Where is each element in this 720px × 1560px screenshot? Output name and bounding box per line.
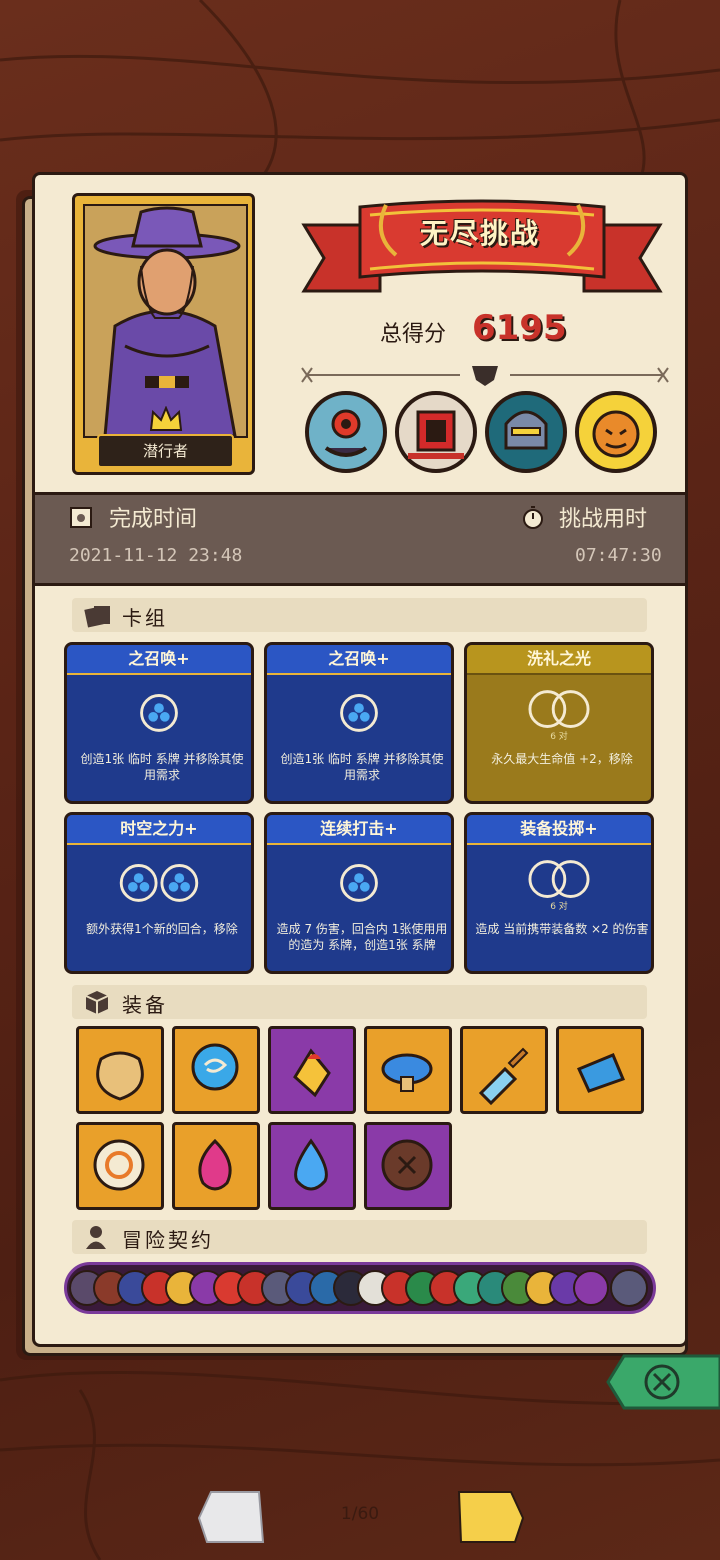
score-value: 6195 [472, 308, 567, 348]
calendar-icon [70, 507, 92, 528]
card-description: 创造1张 临时 系牌 并移除其使用需求 [80, 752, 244, 782]
contracts-section-header: 冒险契约 [72, 1220, 647, 1254]
card-title: 装备投掷+ [467, 815, 651, 845]
finish-time-label: 完成时间 [109, 507, 198, 532]
water-drop-icon[interactable] [268, 1122, 356, 1210]
card-title: 洗礼之光 [467, 645, 651, 675]
card-title: 之召唤+ [267, 645, 451, 675]
cyclops-boss-icon [304, 390, 388, 474]
person-icon [86, 1226, 106, 1249]
gold-ring-icon[interactable] [76, 1122, 164, 1210]
time-used-label: 挑战用时 [559, 507, 648, 532]
hero-portrait [83, 204, 248, 438]
finish-time-value: 2021-11-12 23:48 [69, 545, 243, 566]
card-description: 创造1张 临时 系牌 并移除其使用需求 [280, 752, 444, 782]
cards-icon [84, 606, 110, 628]
fire-gem-icon[interactable] [268, 1026, 356, 1114]
energy-orb-icon [340, 864, 378, 902]
card-description: 造成 7 伤害，回合内 1张使用用的造为 系牌，创造1张 系牌 [276, 922, 448, 952]
hero-portrait-card: 潜行者 [72, 193, 255, 475]
score-label: 总得分 [380, 322, 447, 347]
card-baptism-light[interactable]: 洗礼之光 6 对 永久最大生命值 +2，移除 [464, 642, 654, 804]
card-combo-strike[interactable]: 连续打击+ 造成 7 伤害，回合内 1张使用用的造为 系牌，创造1张 系牌 [264, 812, 454, 974]
pink-flame-icon[interactable] [172, 1122, 260, 1210]
time-used-value: 07:47:30 [575, 545, 662, 566]
wooden-shield-icon[interactable] [364, 1122, 452, 1210]
equipment-section-label: 装备 [122, 993, 168, 1017]
deck-section-label: 卡组 [122, 606, 168, 630]
money-bag-icon[interactable] [76, 1026, 164, 1114]
hero-name: 潜行者 [97, 434, 234, 468]
score-row: 总得分 6195 [380, 308, 600, 352]
card-description: 额外获得1个新的回合，移除 [86, 922, 238, 936]
orb-note: 6 对 [550, 902, 568, 912]
mode-title: 无尽挑战 [419, 217, 540, 250]
drum-demon-boss-icon [394, 390, 478, 474]
card-title: 之召唤+ [67, 645, 251, 675]
close-button[interactable] [606, 1352, 720, 1412]
page-indicator: 1/60 [340, 1504, 380, 1524]
orb-note: 6 对 [550, 732, 568, 742]
pumpkin-sun-boss-icon [574, 390, 658, 474]
blue-mushroom-icon[interactable] [364, 1026, 452, 1114]
card-time-power[interactable]: 时空之力+ 额外获得1个新的回合，移除 [64, 812, 254, 974]
box-icon [85, 991, 109, 1014]
energy-orb-icon [140, 694, 178, 732]
card-equipment-throw[interactable]: 装备投掷+ 6 对 造成 当前携带装备数 ×2 的伤害 [464, 812, 654, 974]
energy-orb-icon [340, 694, 378, 732]
energy-orb-icon [119, 864, 199, 902]
card-title: 时空之力+ [67, 815, 251, 845]
prev-page-button[interactable] [197, 1488, 267, 1546]
ice-crystal-icon[interactable] [556, 1026, 644, 1114]
time-bar: 完成时间 2021-11-12 23:48 挑战用时 07:47:30 [35, 492, 685, 586]
crystal-dagger-icon[interactable] [460, 1026, 548, 1114]
deck-section-header: 卡组 [72, 598, 647, 632]
stopwatch-icon [523, 506, 543, 529]
card-description: 永久最大生命值 +2，移除 [491, 752, 633, 766]
equipment-section-header: 装备 [72, 985, 647, 1019]
contracts-strip[interactable] [64, 1262, 656, 1314]
ornament-divider [301, 366, 669, 386]
hero-rogue-icon [85, 206, 246, 436]
card-summon-1[interactable]: 之召唤+ 创造1张 临时 系牌 并移除其使用需求 [64, 642, 254, 804]
blue-orb-ring-icon[interactable] [172, 1026, 260, 1114]
card-description: 造成 当前携带装备数 ×2 的伤害 [475, 922, 649, 936]
contracts-section-label: 冒险契约 [122, 1228, 214, 1252]
crown-icon [149, 406, 183, 431]
next-page-button[interactable] [455, 1488, 525, 1546]
card-summon-2[interactable]: 之召唤+ 创造1张 临时 系牌 并移除其使用需求 [264, 642, 454, 804]
armored-knight-boss-icon [484, 390, 568, 474]
card-title: 连续打击+ [267, 815, 451, 845]
